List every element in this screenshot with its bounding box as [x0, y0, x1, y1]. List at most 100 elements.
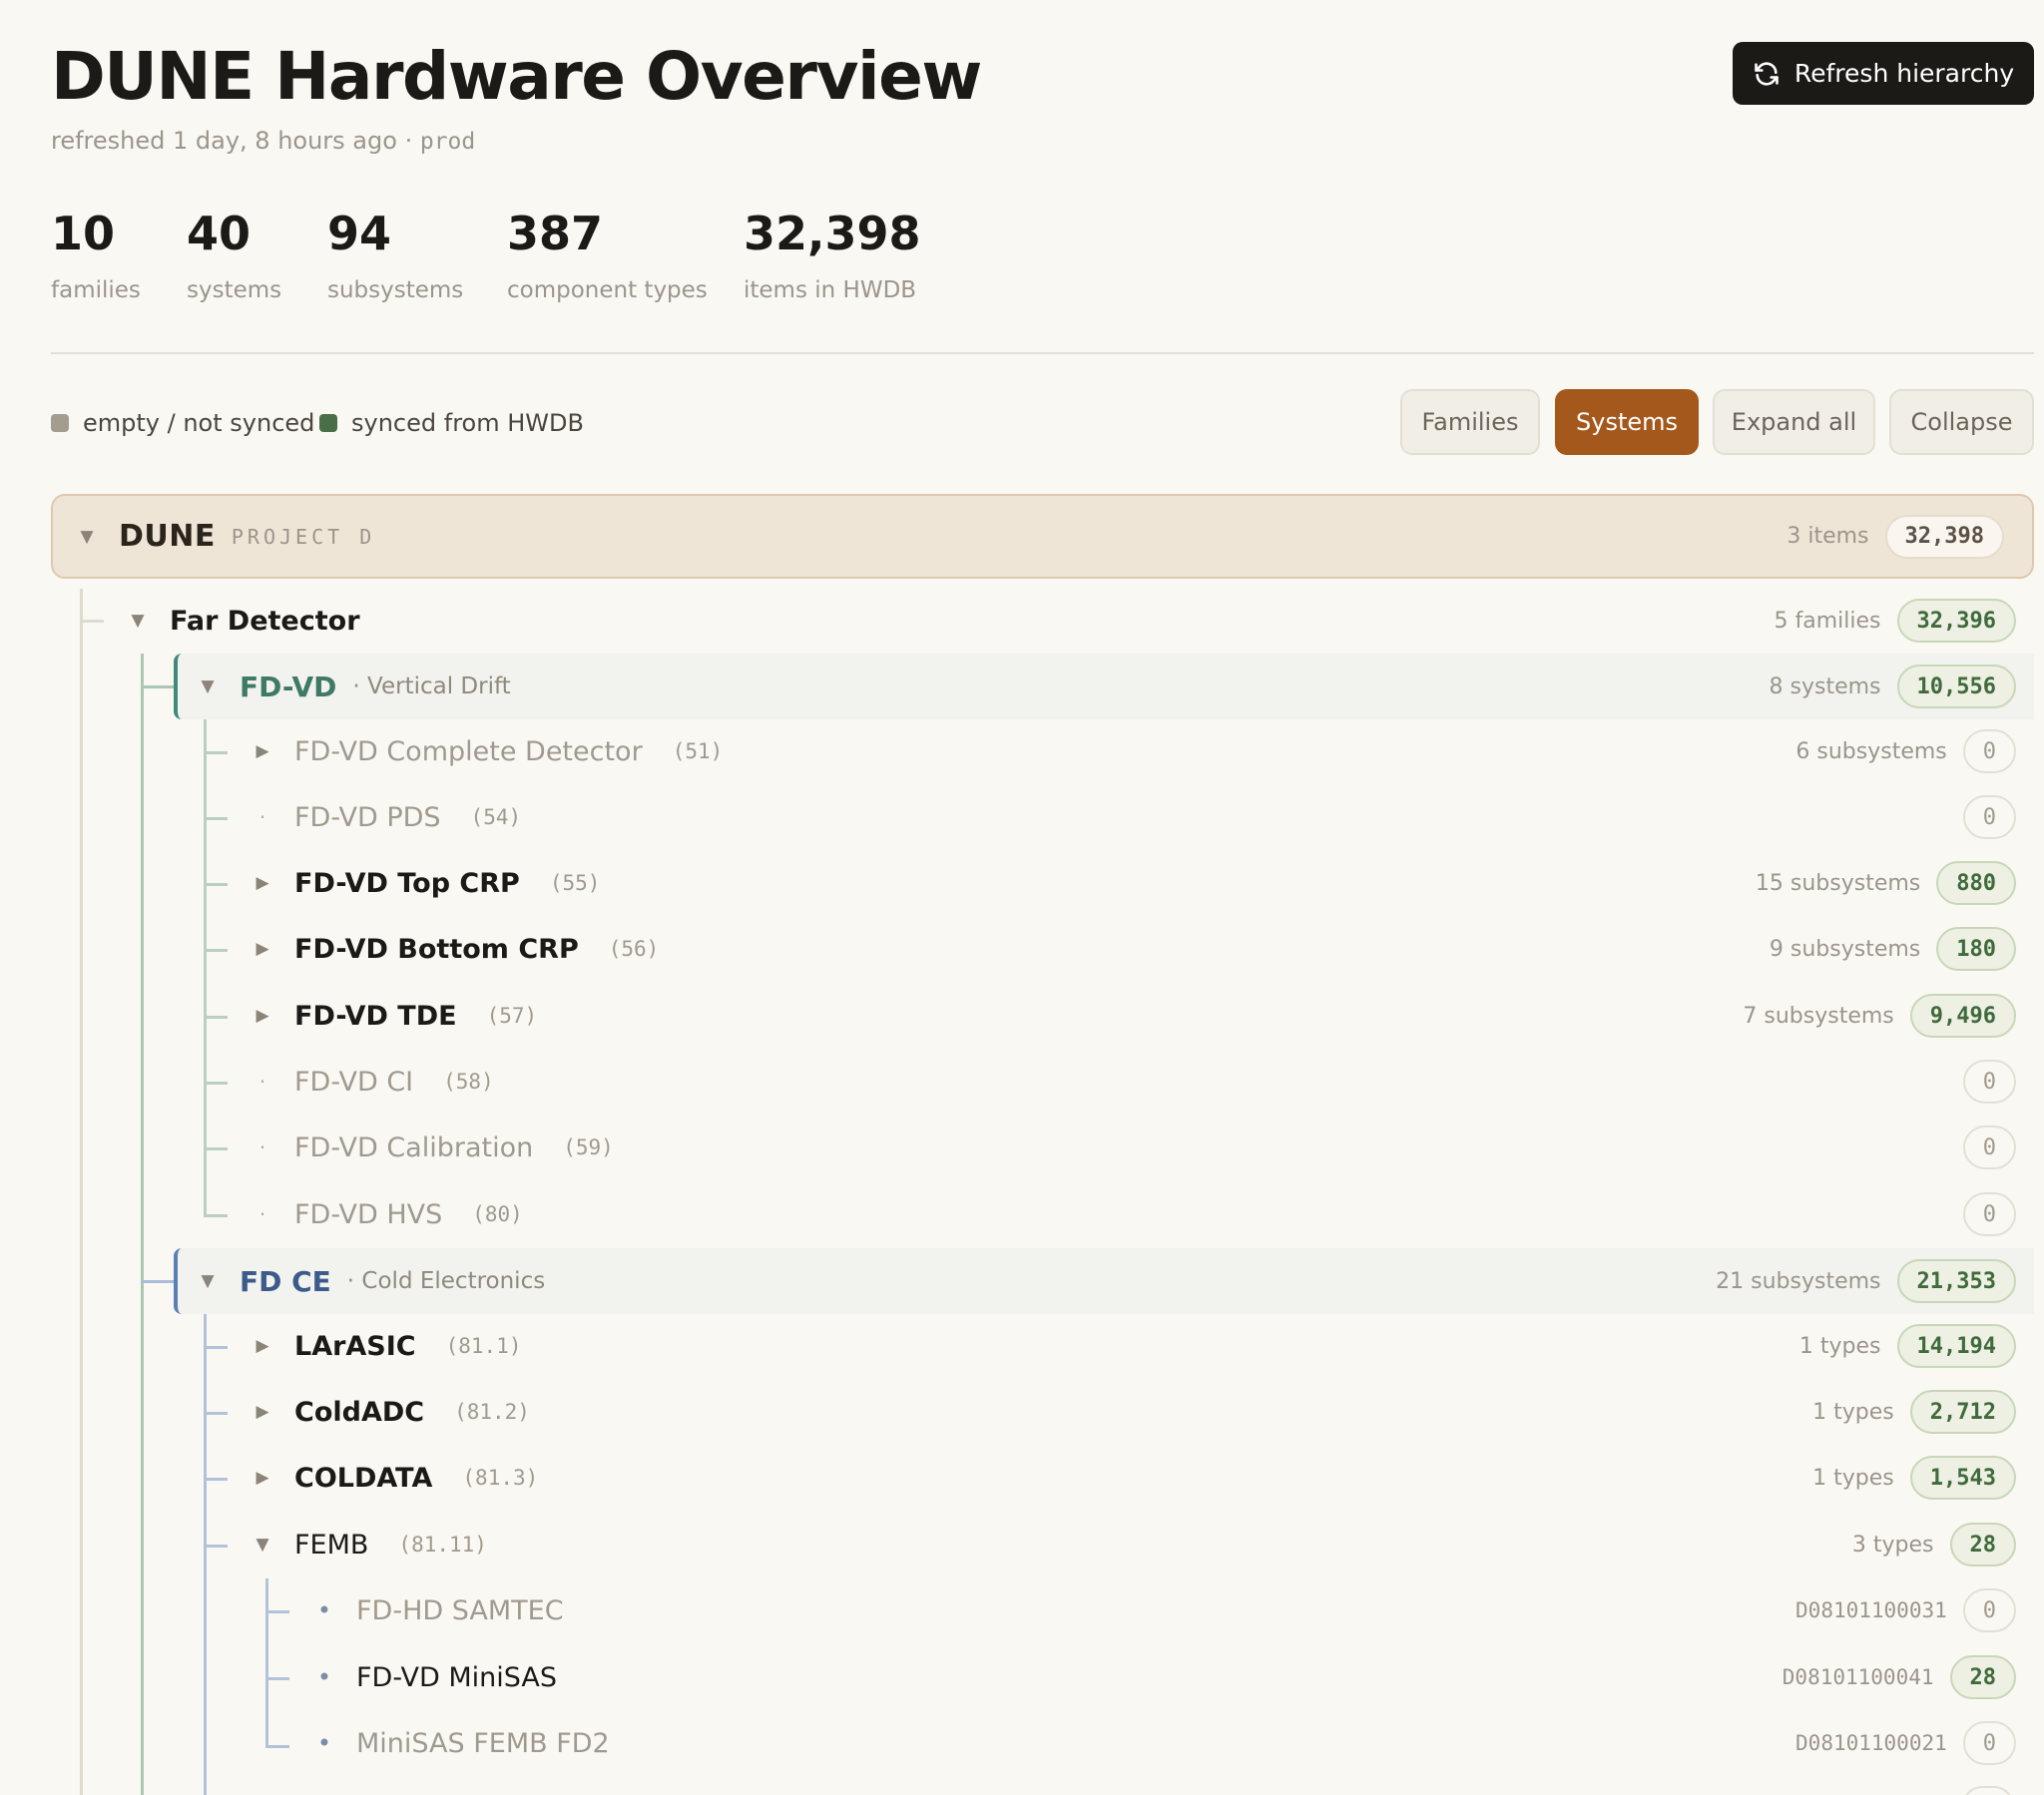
caret-down-icon[interactable]: ▼ — [128, 611, 148, 631]
count-badge: 0 — [1962, 1192, 2016, 1236]
tree-node-system[interactable]: · FD-VD PDS (54) 0 — [253, 784, 2016, 850]
tree-node-component-type[interactable]: • FD-HD SAMTEC D08101100031 0 — [314, 1577, 2016, 1643]
refresh-button-label: Refresh hierarchy — [1793, 59, 2015, 88]
node-meta: 3 items — [1787, 524, 1869, 549]
node-name: FD-VD Calibration — [294, 1131, 534, 1163]
tree-node-subsystem[interactable]: ▶ ColdADC (81.2) 1 types 2,712 — [253, 1379, 2016, 1445]
expand-all-button[interactable]: Expand all — [1713, 389, 1875, 455]
node-description: · Vertical Drift — [352, 673, 511, 699]
caret-right-icon[interactable]: ▶ — [253, 1336, 272, 1356]
node-name: LArASIC — [294, 1330, 416, 1362]
tree-branch — [204, 751, 228, 754]
caret-right-icon[interactable]: ▶ — [253, 1468, 272, 1488]
node-name: FD-VD — [240, 670, 337, 703]
tree-node-system[interactable]: ▶ FD-VD Top CRP (55) 15 subsystems 880 — [253, 850, 2016, 916]
bullet-icon: • — [316, 1596, 332, 1624]
leaf-dot-icon: · — [258, 1070, 266, 1094]
tree-node-component-type[interactable]: • FD-VD MiniSAS D08101100041 28 — [314, 1644, 2016, 1710]
node-meta: 15 subsystems — [1755, 870, 1921, 896]
caret-down-icon[interactable]: ▼ — [198, 676, 218, 696]
stat-label: subsystems — [327, 277, 464, 303]
node-name: FD-VD PDS — [294, 801, 441, 833]
node-code: (81.1) — [445, 1334, 522, 1358]
count-badge: 0 — [1962, 1588, 2016, 1632]
node-name: Far Detector — [170, 605, 360, 637]
count-badge: 880 — [1936, 861, 2016, 905]
tree-node-subsystem[interactable]: ▼ FEMB (81.11) 3 types 28 — [253, 1512, 2016, 1577]
count-badge: 0 — [1962, 729, 2016, 773]
type-id: D08101100041 — [1782, 1665, 1934, 1689]
tree-node-component-type[interactable]: • MiniSAS FEMB FD2 D08101100021 0 — [314, 1710, 2016, 1776]
tree-node-system[interactable]: · FD-VD CI (58) 0 — [253, 1049, 2016, 1115]
tree-node-fd-ce[interactable]: ▼ FD CE · Cold Electronics 21 subsystems… — [174, 1248, 2034, 1314]
caret-right-icon[interactable]: ▶ — [253, 1006, 272, 1026]
count-badge: 28 — [1949, 1523, 2016, 1567]
stat-label: systems — [187, 277, 282, 303]
node-name: COLDATA — [294, 1462, 433, 1494]
tree-node-system[interactable]: ▶ FD-VD Complete Detector (51) 6 subsyst… — [253, 718, 2016, 784]
count-badge: 2,712 — [1909, 1390, 2016, 1434]
stat-label: items in HWDB — [744, 277, 917, 303]
stat-label: families — [51, 277, 141, 303]
tree-line-fdvd — [204, 718, 207, 1217]
refresh-icon — [1755, 61, 1779, 86]
node-meta: 6 subsystems — [1795, 738, 1947, 764]
tree-node-system[interactable]: ▶ FD-VD Bottom CRP (56) 9 subsystems 180 — [253, 916, 2016, 982]
type-id: D08101100031 — [1795, 1598, 1947, 1622]
tree-node-subsystem[interactable]: ▶ LArASIC (81.1) 1 types 14,194 — [253, 1313, 2016, 1379]
stat-value: 40 — [187, 207, 252, 260]
caret-right-icon[interactable]: ▶ — [253, 741, 272, 761]
legend-empty-label: empty / not synced — [83, 409, 315, 437]
node-code: (80) — [472, 1202, 523, 1226]
tree-branch — [204, 1346, 228, 1349]
node-name: FEMB — [294, 1529, 369, 1561]
families-view-button[interactable]: Families — [1400, 389, 1540, 455]
count-badge: 0 — [1962, 795, 2016, 839]
caret-right-icon[interactable]: ▶ — [253, 873, 272, 893]
tree-branch — [204, 817, 228, 820]
caret-down-icon[interactable]: ▼ — [253, 1535, 272, 1555]
tree-branch — [204, 1214, 228, 1217]
count-badge: 32,398 — [1884, 514, 2004, 559]
collapse-button[interactable]: Collapse — [1889, 389, 2034, 455]
count-badge: 0 — [1962, 1060, 2016, 1104]
node-meta: 8 systems — [1769, 673, 1881, 699]
node-name: MiniSAS FEMB FD2 — [356, 1727, 610, 1759]
count-badge: 28 — [1949, 1655, 2016, 1699]
tree-node-subsystem[interactable]: ▶ COLDATA (81.3) 1 types 1,543 — [253, 1445, 2016, 1511]
leaf-dot-icon: · — [258, 805, 266, 829]
tree-line-far-detector — [141, 654, 144, 1795]
caret-right-icon[interactable]: ▶ — [253, 939, 272, 959]
stat-component-types: 387 component types — [507, 206, 708, 303]
tree-node-system[interactable]: · FD-VD Calibration (59) 0 — [253, 1115, 2016, 1180]
node-name: FD-VD MiniSAS — [356, 1661, 557, 1693]
node-meta: 1 types — [1798, 1333, 1881, 1359]
tree-branch — [204, 1082, 228, 1085]
tree-branch — [204, 1147, 228, 1150]
count-badge: 14,194 — [1896, 1324, 2016, 1368]
caret-down-icon[interactable]: ▼ — [77, 527, 97, 547]
count-badge: 1,543 — [1909, 1456, 2016, 1500]
node-code: (51) — [672, 739, 724, 763]
node-name: FD-VD Top CRP — [294, 867, 520, 899]
stat-systems: 40 systems — [187, 206, 281, 303]
refresh-status: refreshed 1 day, 8 hours ago · prod — [51, 127, 475, 155]
legend-synced: synced from HWDB — [319, 409, 584, 437]
node-code: (59) — [563, 1135, 614, 1159]
tree-node-fd-vd[interactable]: ▼ FD-VD · Vertical Drift 8 systems 10,55… — [174, 654, 2034, 719]
tree-node-dune[interactable]: ▼ DUNE PROJECT D 3 items 32,398 — [51, 494, 2034, 579]
node-meta: 21 subsystems — [1716, 1268, 1881, 1294]
tree-branch — [265, 1610, 289, 1613]
tree-node-far-detector[interactable]: ▼ Far Detector 5 families 32,396 — [120, 588, 2016, 654]
bullet-icon: • — [316, 1729, 332, 1757]
caret-right-icon[interactable]: ▶ — [253, 1402, 272, 1422]
systems-view-button[interactable]: Systems — [1555, 389, 1699, 455]
refresh-hierarchy-button[interactable]: Refresh hierarchy — [1733, 42, 2034, 105]
bullet-icon: • — [316, 1663, 332, 1691]
node-name: FD CE — [240, 1264, 331, 1298]
node-code: (81.11) — [398, 1533, 487, 1557]
caret-down-icon[interactable]: ▼ — [198, 1271, 218, 1291]
tree-node-system[interactable]: · FD-VD HVS (80) 0 — [253, 1181, 2016, 1247]
tree-node-system[interactable]: ▶ FD-VD TDE (57) 7 subsystems 9,496 — [253, 983, 2016, 1049]
node-name: FD-VD Complete Detector — [294, 735, 643, 767]
